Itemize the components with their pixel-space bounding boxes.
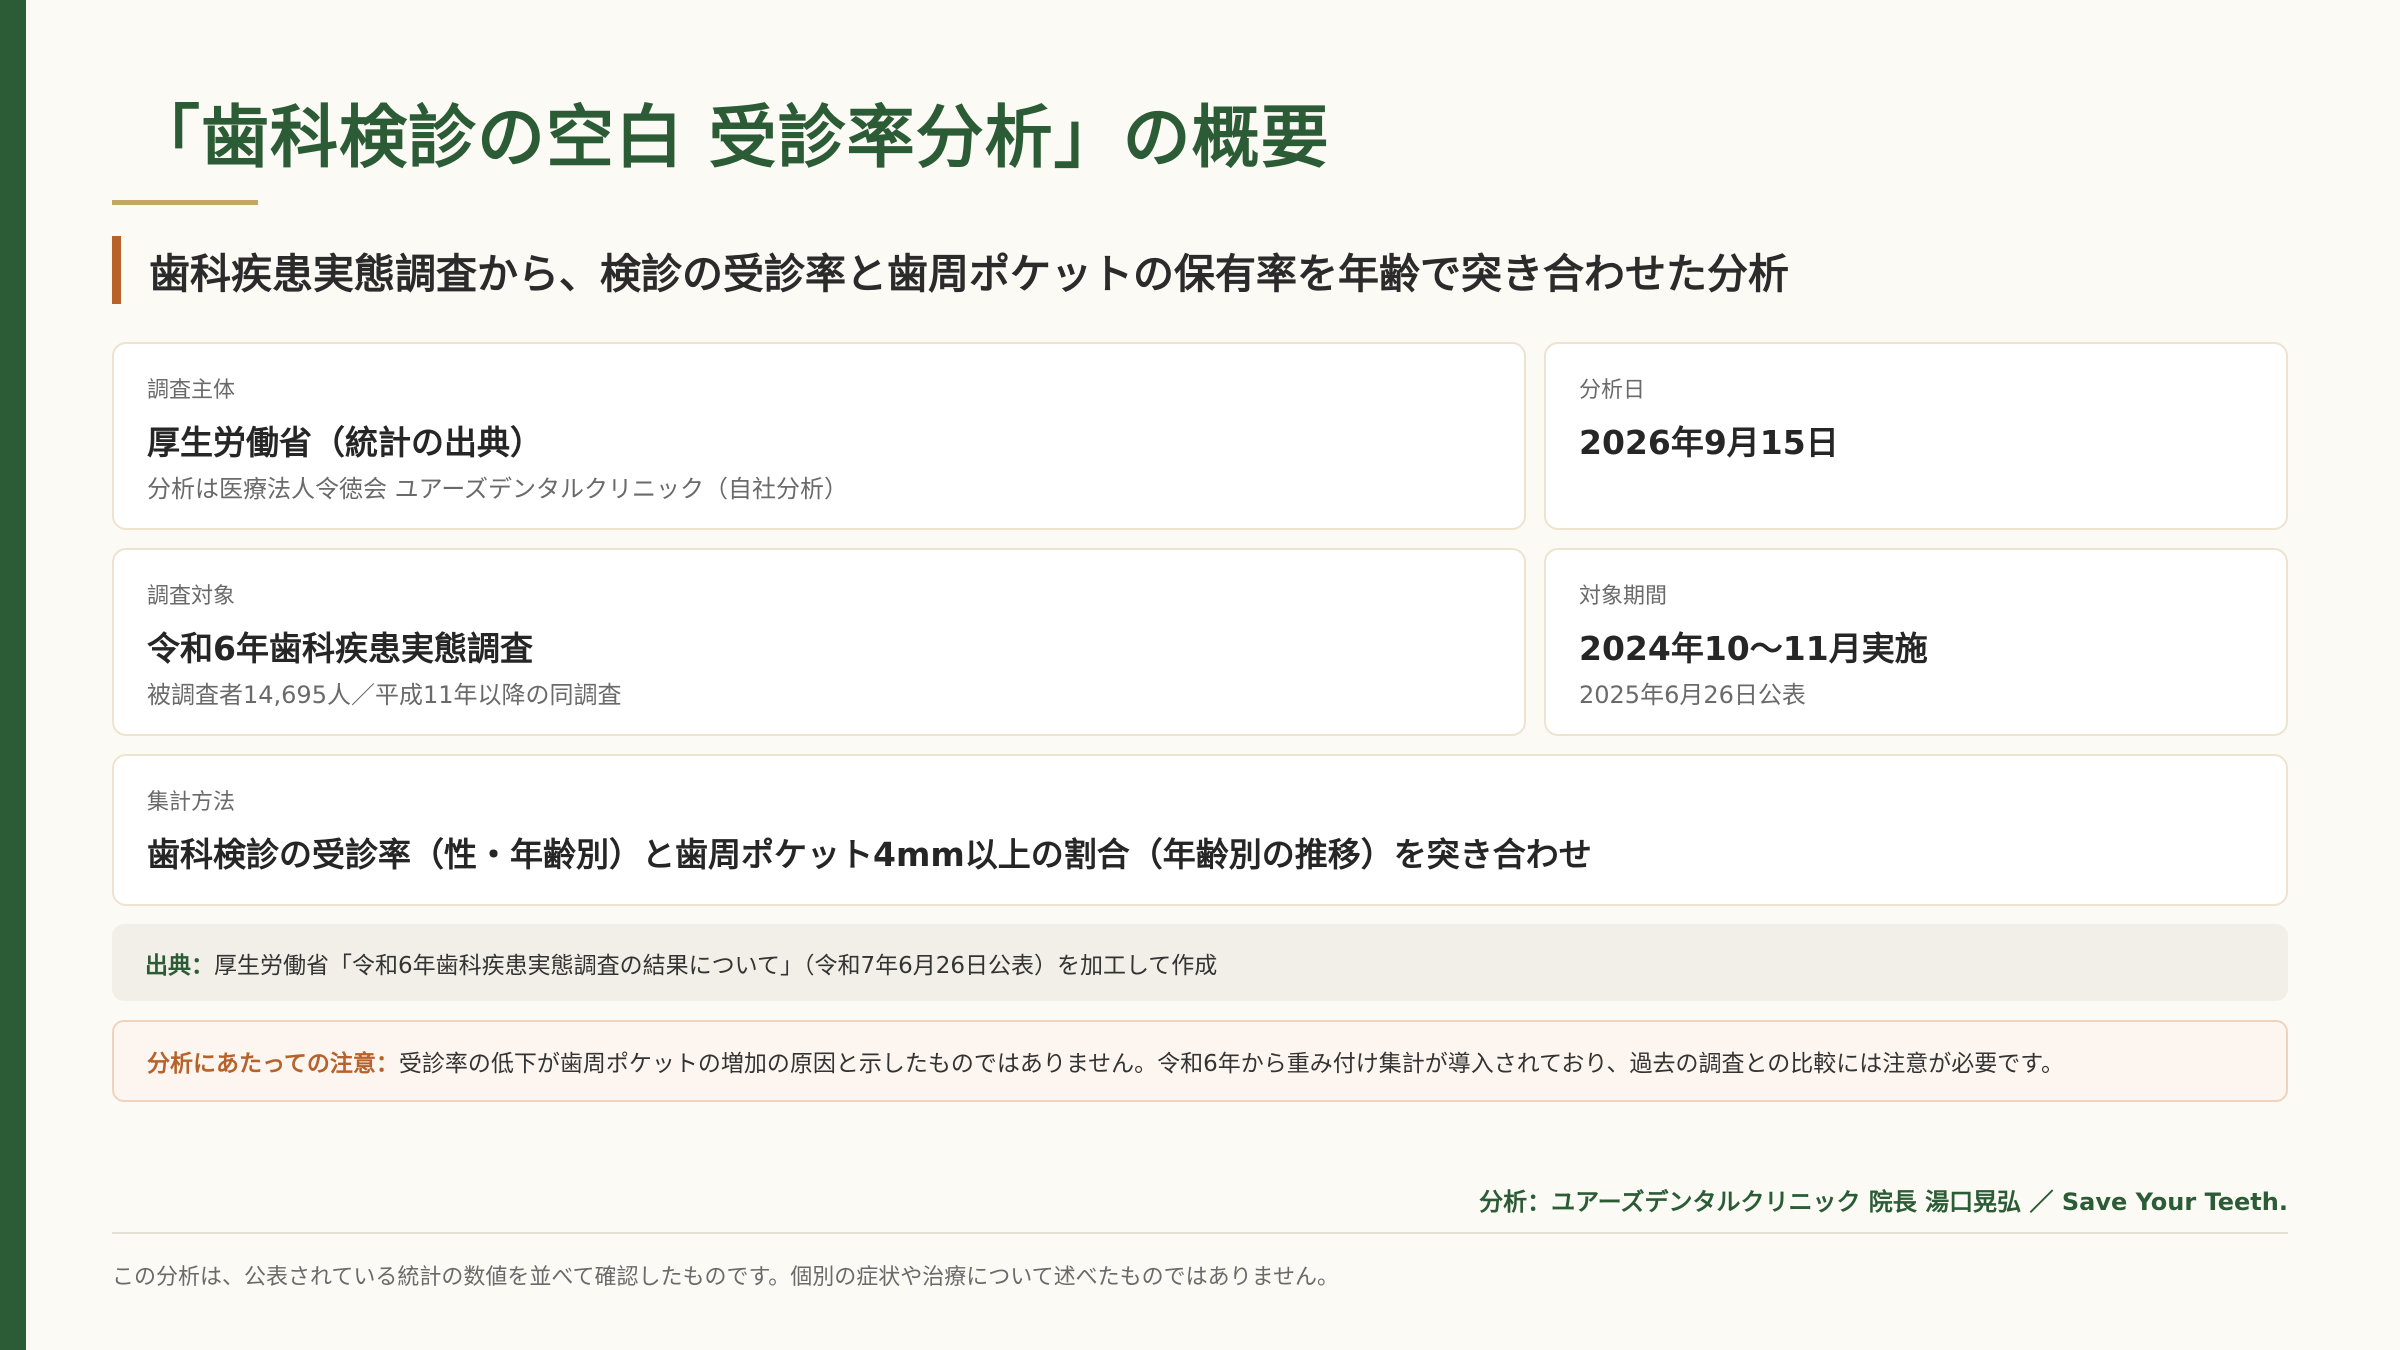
card-survey-target: 調査対象 令和6年歯科疾患実態調査 被調査者14,695人／平成11年以降の同調… xyxy=(112,548,1526,736)
card-note: 分析は医療法人令徳会 ユアーズデンタルクリニック（自社分析） xyxy=(147,475,848,503)
analyst-credit: 分析：ユアーズデンタルクリニック 院長 湯口晃弘 ／ Save Your Tee… xyxy=(1479,1188,2288,1216)
card-label: 集計方法 xyxy=(147,790,236,815)
source-key: 出典： xyxy=(145,952,214,979)
caution-text: 受診率の低下が歯周ポケットの増加の原因と示したものではありません。令和6年から重… xyxy=(398,1051,2064,1077)
card-value: 厚生労働省（統計の出典） xyxy=(147,423,543,462)
footer-divider xyxy=(112,1232,2288,1234)
card-value: 2026年9月15日 xyxy=(1579,423,1839,462)
card-value: 2024年10〜11月実施 xyxy=(1579,629,1928,668)
card-note: 2025年6月26日公表 xyxy=(1579,681,1806,709)
card-method: 集計方法 歯科検診の受診率（性・年齢別）と歯周ポケット4mm以上の割合（年齢別の… xyxy=(112,754,2288,906)
card-value: 令和6年歯科疾患実態調査 xyxy=(147,629,533,668)
title-underline xyxy=(112,200,258,205)
card-analysis-date: 分析日 2026年9月15日 xyxy=(1544,342,2288,530)
subtitle-text: 歯科疾患実態調査から、検診の受診率と歯周ポケットの保有率を年齢で突き合わせた分析 xyxy=(149,250,1789,298)
card-label: 対象期間 xyxy=(1579,584,1668,609)
card-label: 分析日 xyxy=(1579,378,1646,403)
card-surveyor: 調査主体 厚生労働省（統計の出典） 分析は医療法人令徳会 ユアーズデンタルクリニ… xyxy=(112,342,1526,530)
card-period: 対象期間 2024年10〜11月実施 2025年6月26日公表 xyxy=(1544,548,2288,736)
card-value: 歯科検診の受診率（性・年齢別）と歯周ポケット4mm以上の割合（年齢別の推移）を突… xyxy=(147,835,1592,874)
caution-key: 分析にあたっての注意： xyxy=(147,1051,399,1077)
footer-note: この分析は、公表されている統計の数値を並べて確認したものです。個別の症状や治療に… xyxy=(112,1265,1339,1290)
card-label: 調査対象 xyxy=(147,584,236,609)
card-label: 調査主体 xyxy=(147,378,236,403)
source-box: 出典： 厚生労働省「令和6年歯科疾患実態調査の結果について」（令和7年6月26日… xyxy=(112,924,2288,1001)
page-subtitle: 歯科疾患実態調査から、検診の受診率と歯周ポケットの保有率を年齢で突き合わせた分析 xyxy=(112,236,1789,304)
source-text: 厚生労働省「令和6年歯科疾患実態調査の結果について」（令和7年6月26日公表）を… xyxy=(214,952,1218,979)
card-note: 被調査者14,695人／平成11年以降の同調査 xyxy=(147,681,622,709)
page-title: 「歯科検診の空白 受診率分析」の概要 xyxy=(132,99,1330,178)
left-accent-bar xyxy=(0,0,26,1350)
caution-box: 分析にあたっての注意： 受診率の低下が歯周ポケットの増加の原因と示したものではあ… xyxy=(112,1020,2288,1102)
